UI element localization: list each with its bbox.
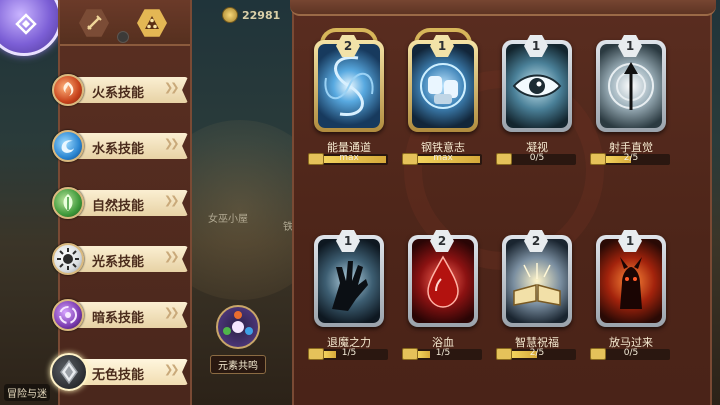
- progress-text: 2/5: [529, 348, 545, 358]
- leaf-orb-icon: [52, 187, 84, 219]
- progress-text: 0/5: [623, 348, 639, 358]
- chevron-right-icon: ❯❯: [164, 306, 180, 319]
- chevron-right-icon: ❯❯: [164, 81, 180, 94]
- skill-progress-bar: 1/5: [308, 348, 388, 360]
- progress-text: 1/5: [341, 348, 357, 358]
- progress-text: 2/5: [623, 153, 639, 163]
- sun-orb-icon: [52, 243, 84, 275]
- skill-card-gaze[interactable]: 1 凝视 0/5: [494, 10, 580, 170]
- skill-card-wisdom-blessing[interactable]: 2 智慧祝福 2/5: [494, 205, 580, 365]
- skill-progress-bar: 1/5: [402, 348, 482, 360]
- category-light-button[interactable]: 光系技能 ❯❯: [52, 243, 188, 275]
- currency-display: 22981: [222, 7, 280, 23]
- fire-orb-icon: [52, 74, 84, 106]
- skill-card-energy-channel[interactable]: 2 能量通道 max: [306, 10, 392, 170]
- skill-progress-bar: 0/5: [496, 153, 576, 165]
- coin-icon: [222, 7, 238, 23]
- progress-text: 1/5: [435, 348, 451, 358]
- chevron-right-icon: ❯❯: [164, 194, 180, 207]
- feather-emblem-icon: [15, 13, 37, 35]
- skill-progress-bar: 2/5: [496, 348, 576, 360]
- category-fire-button[interactable]: 火系技能 ❯❯: [52, 74, 188, 106]
- skill-progress-bar: 0/5: [590, 348, 670, 360]
- category-label: 水系技能: [92, 142, 145, 157]
- element-resonance-icon: [216, 305, 260, 349]
- chevron-right-icon: ❯❯: [164, 363, 180, 376]
- adventure-label[interactable]: 冒险与迷: [4, 384, 50, 401]
- currency-amount: 22981: [242, 8, 281, 22]
- element-resonance-button[interactable]: 元素共鸣: [210, 305, 266, 375]
- building-label-witch-hut: 女巫小屋: [208, 214, 248, 225]
- category-dark-button[interactable]: 暗系技能 ❯❯: [52, 299, 188, 331]
- skill-progress-bar: max: [402, 153, 482, 165]
- skill-card-archer-instinct[interactable]: 1 射手直觉 2/5: [588, 10, 674, 170]
- progress-text: 0/5: [529, 153, 545, 163]
- vortex-orb-icon: [52, 299, 84, 331]
- skill-progress-bar: 2/5: [590, 153, 670, 165]
- skill-card-demon-repel[interactable]: 1 退魔之力 1/5: [306, 205, 392, 365]
- category-colorless-button[interactable]: 无色技能 ❯❯: [50, 353, 188, 391]
- skill-card-bloodbath[interactable]: 2 浴血 1/5: [400, 205, 486, 365]
- crossed-swords-icon: [87, 15, 102, 30]
- progress-text: max: [339, 153, 359, 163]
- chevron-right-icon: ❯❯: [164, 250, 180, 263]
- category-label: 暗系技能: [92, 311, 145, 326]
- category-label: 光系技能: [92, 255, 145, 270]
- skill-card-bring-it-on[interactable]: 1 放马过来 0/5: [588, 205, 674, 365]
- category-nature-button[interactable]: 自然技能 ❯❯: [52, 187, 188, 219]
- water-orb-icon: [52, 130, 84, 162]
- triangle-gems-icon: [145, 16, 159, 29]
- filter-divider-dot: [117, 31, 129, 43]
- category-label: 火系技能: [92, 86, 145, 101]
- crystal-orb-icon: [50, 353, 88, 391]
- chevron-right-icon: ❯❯: [164, 137, 180, 150]
- category-label: 无色技能: [92, 368, 145, 383]
- skill-card-iron-will[interactable]: 1 钢铁意志 max: [400, 10, 486, 170]
- resonance-label: 元素共鸣: [210, 355, 266, 374]
- skill-progress-bar: max: [308, 153, 388, 165]
- progress-text: max: [433, 153, 453, 163]
- category-label: 自然技能: [92, 199, 145, 214]
- category-water-button[interactable]: 水系技能 ❯❯: [52, 130, 188, 162]
